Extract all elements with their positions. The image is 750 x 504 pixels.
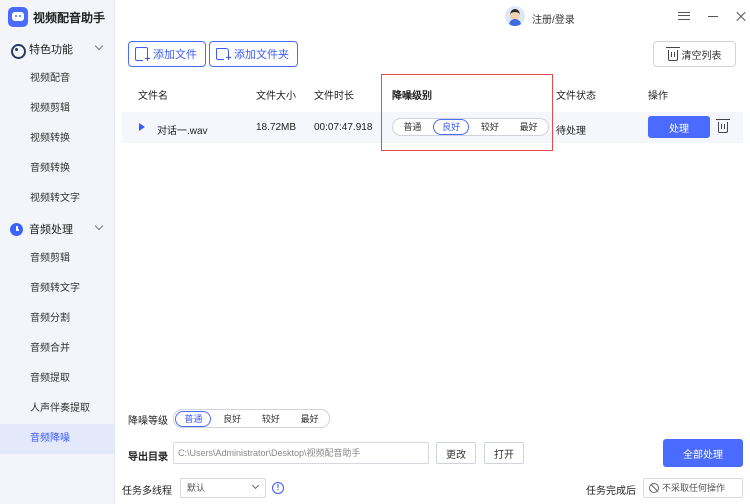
app-header: 视频配音助手 [0, 0, 114, 34]
multithread-select[interactable]: 默认 [180, 478, 266, 498]
sidebar-item-audio-extract[interactable]: 音频提取 [0, 364, 114, 394]
sidebar-item-video-to-text[interactable]: 视频转文字 [0, 184, 114, 214]
sidebar-group-label: 特色功能 [29, 44, 73, 56]
add-folder-label: 添加文件夹 [234, 49, 289, 61]
sidebar-item-video-convert[interactable]: 视频转换 [0, 124, 114, 154]
highlight-box [381, 74, 553, 151]
close-icon[interactable] [734, 9, 748, 23]
change-dir-button[interactable]: 更改 [436, 442, 476, 464]
output-dir-label: 导出目录 [128, 452, 168, 463]
add-file-icon [135, 47, 152, 65]
features-icon [10, 43, 26, 59]
level-better[interactable]: 较好 [253, 411, 289, 427]
multithread-label: 任务多线程 [122, 486, 172, 497]
process-all-button[interactable]: 全部处理 [663, 439, 743, 467]
minimize-icon[interactable] [706, 9, 720, 23]
sidebar-item-audio-editing[interactable]: 音频剪辑 [0, 244, 114, 274]
clear-list-label: 清空列表 [681, 50, 722, 62]
delete-row-icon[interactable] [716, 119, 730, 133]
level-good[interactable]: 良好 [214, 411, 250, 427]
sidebar-item-audio-merge[interactable]: 音频合并 [0, 334, 114, 364]
login-link[interactable]: 注册/登录 [532, 11, 575, 26]
app-logo-icon [8, 7, 28, 27]
sidebar-item-audio-denoise[interactable]: 音频降噪 [0, 424, 114, 454]
sidebar-item-vocal-extract[interactable]: 人声伴奏提取 [0, 394, 114, 424]
sidebar-group-audio[interactable]: 音频处理 [0, 214, 114, 244]
app-title: 视频配音助手 [33, 10, 106, 25]
process-button[interactable]: 处理 [648, 116, 710, 138]
sidebar-item-audio-to-text[interactable]: 音频转文字 [0, 274, 114, 304]
chevron-down-icon [94, 41, 104, 51]
file-size: 18.72MB [256, 122, 297, 133]
chevron-down-icon [94, 221, 104, 231]
column-header-name: 文件名 [138, 91, 168, 102]
global-denoise-selector: 普通 良好 较好 最好 [173, 409, 330, 428]
open-dir-button[interactable]: 打开 [484, 442, 524, 464]
sidebar-item-video-dubbing[interactable]: 视频配音 [0, 64, 114, 94]
after-done-select[interactable]: 不采取任何操作 [643, 478, 743, 498]
ban-icon [649, 483, 659, 493]
noise-level-label: 降噪等级 [128, 416, 168, 427]
menu-icon[interactable] [677, 9, 691, 23]
sidebar-group-features[interactable]: 特色功能 [0, 34, 114, 64]
play-icon[interactable] [139, 123, 145, 131]
file-name: 对话一.wav [157, 126, 208, 137]
add-folder-button[interactable]: 添加文件夹 [209, 41, 298, 67]
sidebar-group-label: 音频处理 [29, 224, 73, 236]
trash-icon [665, 46, 680, 61]
output-path-input[interactable]: C:\Users\Administrator\Desktop\视频配音助手 [173, 442, 429, 464]
clear-list-button[interactable]: 清空列表 [653, 41, 736, 67]
sidebar-item-audio-split[interactable]: 音频分割 [0, 304, 114, 334]
sidebar-item-audio-convert[interactable]: 音频转换 [0, 154, 114, 184]
sidebar: 视频配音助手 特色功能 视频配音 视频剪辑 视频转换 音频转换 视频转文字 音频… [0, 0, 115, 504]
column-header-status: 文件状态 [556, 91, 596, 102]
column-header-size: 文件大小 [256, 91, 296, 102]
add-file-button[interactable]: 添加文件 [128, 41, 206, 67]
level-best[interactable]: 最好 [292, 411, 328, 427]
chevron-down-icon [251, 481, 260, 490]
column-header-action: 操作 [648, 91, 668, 102]
file-duration: 00:07:47.918 [314, 122, 373, 133]
title-bar: 注册/登录 [116, 0, 750, 34]
column-header-duration: 文件时长 [314, 91, 354, 102]
info-icon[interactable]: ! [272, 482, 284, 494]
sidebar-item-video-editing[interactable]: 视频剪辑 [0, 94, 114, 124]
add-file-label: 添加文件 [153, 49, 197, 61]
file-status: 待处理 [556, 126, 586, 137]
add-folder-icon [216, 48, 233, 64]
after-done-label: 任务完成后 [586, 486, 636, 497]
after-done-value: 不采取任何操作 [662, 483, 726, 493]
multithread-value: 默认 [187, 483, 206, 493]
audio-processing-icon [10, 222, 23, 236]
avatar[interactable] [505, 6, 525, 26]
level-normal[interactable]: 普通 [175, 410, 212, 427]
